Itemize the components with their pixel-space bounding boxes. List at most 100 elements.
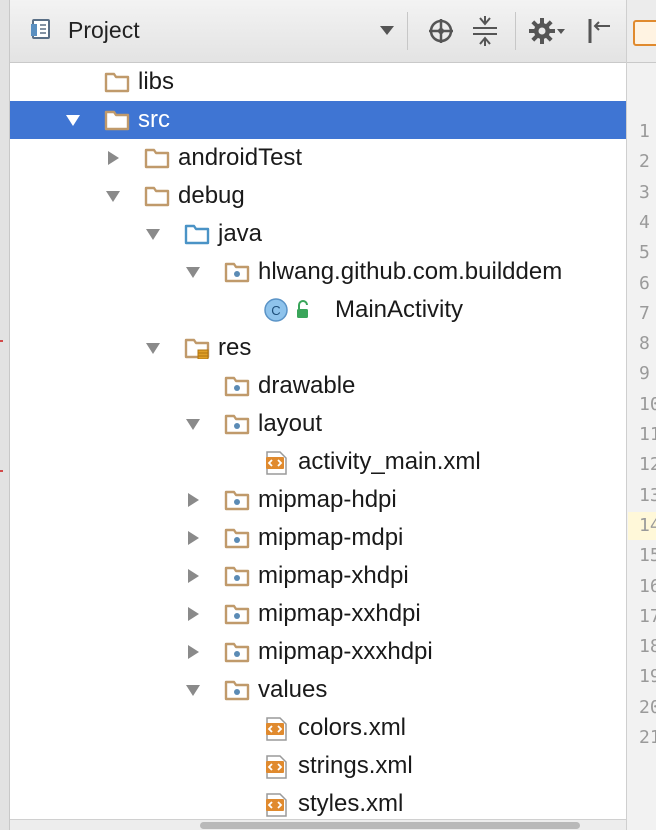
tree-node-activity-main-xml[interactable]: activity_main.xml xyxy=(10,443,626,481)
tree-node-strings-xml[interactable]: strings.xml xyxy=(10,747,626,785)
tree-node-label: styles.xml xyxy=(298,790,404,817)
project-view-icon[interactable] xyxy=(30,18,52,40)
tree-node-label: libs xyxy=(138,68,175,95)
tree-node-mipmap-xxxhdpi[interactable]: mipmap-xxxhdpi xyxy=(10,633,626,671)
expand-arrow-down-icon[interactable] xyxy=(185,416,201,432)
tree-node-label: debug xyxy=(178,182,245,209)
tree-node-label: mipmap-hdpi xyxy=(258,486,397,513)
line-number: 3 xyxy=(639,181,650,203)
svg-text:C: C xyxy=(271,303,280,318)
tree-node-label: mipmap-xxhdpi xyxy=(258,600,421,627)
tree-node-label: MainActivity xyxy=(335,296,464,323)
dropdown-arrow-icon[interactable] xyxy=(380,26,394,35)
tree-node-label: mipmap-mdpi xyxy=(258,524,404,551)
package-folder-icon xyxy=(224,679,250,701)
error-stripe-mark xyxy=(0,340,3,342)
resource-folder-icon xyxy=(184,337,210,360)
tree-node-mipmap-xhdpi[interactable]: mipmap-xhdpi xyxy=(10,557,626,595)
expand-arrow-down-icon[interactable] xyxy=(145,340,161,356)
line-number: 6 xyxy=(639,272,650,294)
horizontal-scrollbar[interactable] xyxy=(10,819,626,830)
package-folder-icon xyxy=(224,641,250,663)
expand-arrow-right-icon[interactable] xyxy=(185,606,201,622)
tree-node-label: src xyxy=(138,106,170,133)
tree-node-res[interactable]: res xyxy=(10,329,626,367)
expand-arrow-down-icon[interactable] xyxy=(65,112,81,128)
scrollbar-thumb[interactable] xyxy=(200,822,580,829)
line-number: 18 xyxy=(639,636,656,658)
left-window-edge xyxy=(0,0,10,830)
line-number: 9 xyxy=(639,363,650,385)
tool-window-title[interactable]: Project xyxy=(68,16,140,44)
line-number: 15 xyxy=(639,545,656,567)
line-number: 21 xyxy=(639,727,656,748)
tree-node-label: hlwang.github.com.builddem xyxy=(258,258,563,285)
xml-file-icon xyxy=(264,793,290,817)
line-number: 10 xyxy=(639,393,656,415)
package-folder-icon xyxy=(224,565,250,587)
expand-arrow-right-icon[interactable] xyxy=(185,492,201,508)
line-number: 2 xyxy=(639,151,650,173)
editor-panel-edge: 123456789101112131415161718192021 xyxy=(626,0,656,830)
line-number: 17 xyxy=(639,605,656,627)
error-stripe-mark xyxy=(0,470,3,472)
line-number: 1 xyxy=(639,121,650,142)
collapse-all-icon[interactable] xyxy=(470,14,500,48)
tree-node-java[interactable]: java xyxy=(10,215,626,253)
xml-file-icon xyxy=(264,717,290,741)
tree-node-label: activity_main.xml xyxy=(298,448,481,475)
folder-icon xyxy=(144,147,170,169)
expand-arrow-right-icon[interactable] xyxy=(185,644,201,660)
tree-node-styles-xml[interactable]: styles.xml xyxy=(10,785,626,819)
tree-node-debug[interactable]: debug xyxy=(10,177,626,215)
xml-file-icon xyxy=(264,755,290,779)
hide-panel-icon[interactable] xyxy=(584,14,614,48)
locate-icon[interactable] xyxy=(426,14,456,48)
folder-icon xyxy=(104,71,130,93)
expand-arrow-right-icon[interactable] xyxy=(185,568,201,584)
toolbar-separator xyxy=(407,12,408,50)
tree-node-label: mipmap-xxxhdpi xyxy=(258,638,433,665)
line-number: 7 xyxy=(639,302,650,324)
source-folder-icon xyxy=(184,223,210,245)
editor-tab[interactable] xyxy=(627,0,656,63)
line-number: 11 xyxy=(639,424,656,445)
tree-node-layout[interactable]: layout xyxy=(10,405,626,443)
project-tree[interactable]: libs src androidTest debug java hlwang.github… xyxy=(10,63,626,819)
line-number: 16 xyxy=(639,575,656,597)
tree-node-drawable[interactable]: drawable xyxy=(10,367,626,405)
expand-arrow-down-icon[interactable] xyxy=(185,682,201,698)
tree-node-libs[interactable]: libs xyxy=(10,63,626,101)
tree-node-label: layout xyxy=(258,410,323,437)
tree-node-mipmap-hdpi[interactable]: mipmap-hdpi xyxy=(10,481,626,519)
line-number: 20 xyxy=(639,696,656,718)
tree-node-label: drawable xyxy=(258,372,356,399)
package-folder-icon xyxy=(224,261,250,283)
line-number: 5 xyxy=(639,242,650,264)
tree-node-src[interactable]: src xyxy=(10,101,626,139)
project-tool-window: Project 1 2 3 4 5 6 7 8 9 1 1 1 1 1 1 1 … xyxy=(0,0,656,830)
xml-file-icon xyxy=(264,451,290,475)
line-number: 14 xyxy=(639,514,656,536)
class-icon: C xyxy=(264,297,316,322)
expand-arrow-down-icon[interactable] xyxy=(105,188,121,204)
tree-node-label: colors.xml xyxy=(298,714,407,741)
tree-node-hlwang-github-com-builddem[interactable]: hlwang.github.com.builddem xyxy=(10,253,626,291)
expand-arrow-right-icon[interactable] xyxy=(105,150,121,166)
expand-arrow-down-icon[interactable] xyxy=(145,226,161,242)
folder-icon xyxy=(104,109,130,131)
tree-node-colors-xml[interactable]: colors.xml xyxy=(10,709,626,747)
line-number: 8 xyxy=(639,333,650,355)
line-number: 4 xyxy=(639,211,650,233)
expand-arrow-right-icon[interactable] xyxy=(185,530,201,546)
settings-gear-icon[interactable] xyxy=(528,14,568,48)
tree-node-mipmap-mdpi[interactable]: mipmap-mdpi xyxy=(10,519,626,557)
project-toolbar: Project xyxy=(10,0,626,63)
expand-arrow-down-icon[interactable] xyxy=(185,264,201,280)
tree-node-values[interactable]: values xyxy=(10,671,626,709)
folder-icon xyxy=(144,185,170,207)
tree-node-androidtest[interactable]: androidTest xyxy=(10,139,626,177)
tree-node-mipmap-xxhdpi[interactable]: mipmap-xxhdpi xyxy=(10,595,626,633)
tree-node-mainactivity[interactable]: C MainActivity xyxy=(10,291,626,329)
package-folder-icon xyxy=(224,489,250,511)
